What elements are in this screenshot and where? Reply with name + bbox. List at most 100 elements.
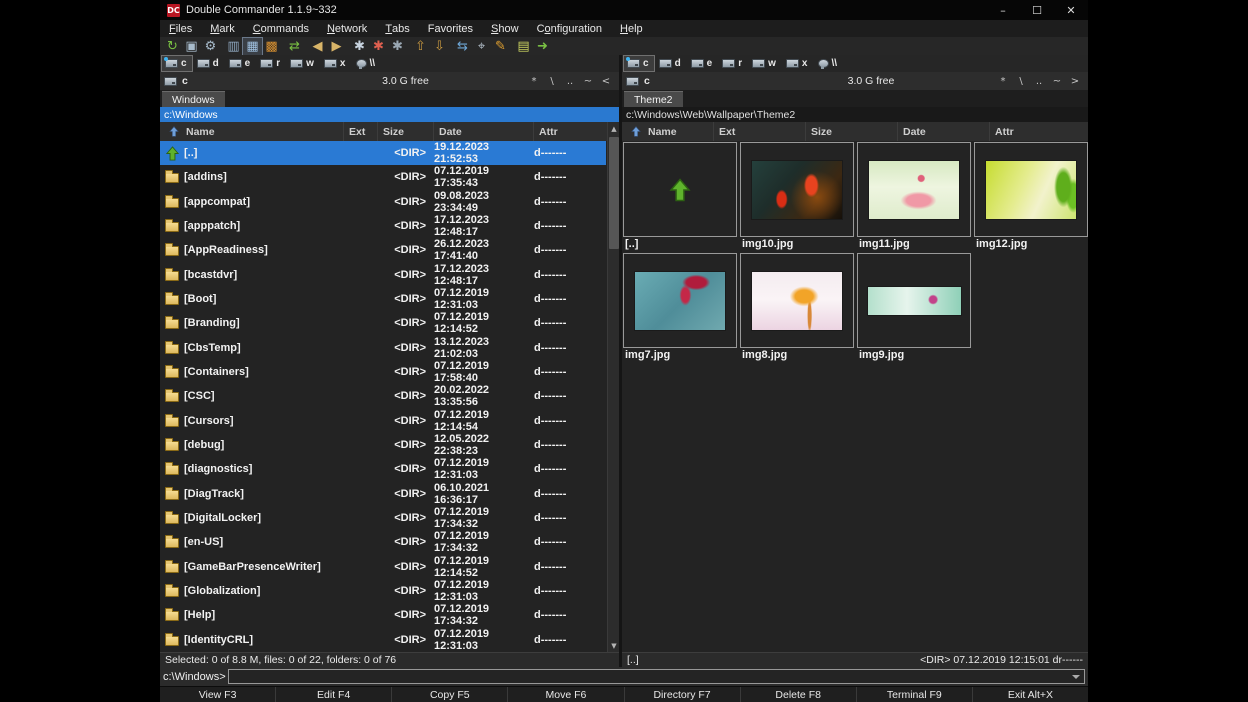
- tab-windows[interactable]: Windows: [162, 91, 225, 107]
- close-button[interactable]: ✕: [1054, 0, 1088, 20]
- column-header-size[interactable]: Size: [378, 122, 434, 141]
- file-row[interactable]: [bcastdvr]<DIR>17.12.2023 12:48:17d-----…: [160, 263, 606, 287]
- right-drive-button-network[interactable]: \\: [814, 56, 842, 71]
- swap-panels-icon[interactable]: ⇄: [285, 38, 304, 55]
- right-drive-button-d[interactable]: d: [656, 56, 686, 71]
- image-thumbnail-cell[interactable]: [740, 253, 854, 348]
- right-drive-button-r[interactable]: r: [719, 56, 747, 71]
- menu-item-files[interactable]: Files: [160, 20, 201, 37]
- file-row[interactable]: [IdentityCRL]<DIR>07.12.2019 12:31:03d--…: [160, 628, 606, 652]
- nav-button-star[interactable]: *: [996, 76, 1010, 87]
- file-row[interactable]: [AppReadiness]<DIR>26.12.2023 17:41:40d-…: [160, 238, 606, 262]
- right-drive-button-w[interactable]: w: [749, 56, 781, 71]
- fkey-button-edit-f4[interactable]: Edit F4: [276, 687, 392, 702]
- scroll-up-icon[interactable]: ▲: [608, 122, 620, 135]
- fkey-button-terminal-f9[interactable]: Terminal F9: [857, 687, 973, 702]
- test-archive-icon[interactable]: ✱: [388, 38, 407, 55]
- file-row[interactable]: [Cursors]<DIR>07.12.2019 12:14:54d------…: [160, 409, 606, 433]
- dir-history-forward-icon[interactable]: ▶: [327, 38, 346, 55]
- file-row[interactable]: [DigitalLocker]<DIR>07.12.2019 17:34:32d…: [160, 506, 606, 530]
- scroll-down-icon[interactable]: ▼: [608, 639, 620, 652]
- column-header-date[interactable]: Date: [434, 122, 534, 141]
- maximize-button[interactable]: ☐: [1020, 0, 1054, 20]
- file-row[interactable]: [apppatch]<DIR>17.12.2023 12:48:17d-----…: [160, 214, 606, 238]
- file-row[interactable]: [Boot]<DIR>07.12.2019 12:31:03d-------: [160, 287, 606, 311]
- column-header-name[interactable]: Name: [622, 122, 714, 141]
- left-drive-button-d[interactable]: d: [194, 56, 224, 71]
- run-terminal-icon[interactable]: ▣: [182, 38, 201, 55]
- left-drive-button-c[interactable]: c: [162, 56, 192, 71]
- fkey-button-exit-alt-x[interactable]: Exit Alt+X: [973, 687, 1088, 702]
- nav-button-parent[interactable]: ..: [1032, 76, 1046, 87]
- file-row[interactable]: [Help]<DIR>07.12.2019 17:34:32d-------: [160, 603, 606, 627]
- file-row[interactable]: [debug]<DIR>12.05.2022 22:38:23d-------: [160, 433, 606, 457]
- menu-item-show[interactable]: Show: [482, 20, 528, 37]
- left-path-bar[interactable]: c:\Windows: [160, 107, 619, 122]
- column-header-size[interactable]: Size: [806, 122, 898, 141]
- nav-button-parent[interactable]: ..: [563, 76, 577, 87]
- archive-add-icon[interactable]: ⇧: [411, 38, 430, 55]
- open-dir-icon[interactable]: ➜: [533, 38, 552, 55]
- nav-button-home[interactable]: ~: [1050, 76, 1064, 87]
- options-icon[interactable]: ⚙: [201, 38, 220, 55]
- image-thumbnail-cell[interactable]: [857, 253, 971, 348]
- thumb-item[interactable]: img10.jpg: [740, 142, 854, 252]
- menu-item-favorites[interactable]: Favorites: [419, 20, 482, 37]
- file-row[interactable]: [Containers]<DIR>07.12.2019 17:58:40d---…: [160, 360, 606, 384]
- file-row[interactable]: [appcompat]<DIR>09.08.2023 23:34:49d----…: [160, 190, 606, 214]
- command-history-dropdown-icon[interactable]: [1072, 675, 1080, 679]
- fkey-button-move-f6[interactable]: Move F6: [508, 687, 624, 702]
- menu-item-commands[interactable]: Commands: [244, 20, 318, 37]
- full-view-icon[interactable]: ▦: [243, 38, 262, 55]
- right-drive-button-c[interactable]: c: [624, 56, 654, 71]
- image-thumbnail-cell[interactable]: [974, 142, 1088, 237]
- menu-item-help[interactable]: Help: [611, 20, 652, 37]
- column-header-date[interactable]: Date: [898, 122, 990, 141]
- file-row[interactable]: [Globalization]<DIR>07.12.2019 12:31:03d…: [160, 579, 606, 603]
- extract-files-icon[interactable]: ✱: [369, 38, 388, 55]
- left-drive-button-w[interactable]: w: [287, 56, 319, 71]
- refresh-icon[interactable]: ↻: [163, 38, 182, 55]
- file-row[interactable]: [DiagTrack]<DIR>06.10.2021 16:36:17d----…: [160, 482, 606, 506]
- multi-rename-icon[interactable]: ✎: [491, 38, 510, 55]
- column-header-attr[interactable]: Attr: [534, 122, 607, 141]
- menu-item-mark[interactable]: Mark: [201, 20, 243, 37]
- fkey-button-copy-f5[interactable]: Copy F5: [392, 687, 508, 702]
- dir-history-back-icon[interactable]: ◀: [308, 38, 327, 55]
- thumb-item[interactable]: img8.jpg: [740, 253, 854, 363]
- file-row[interactable]: [CSC]<DIR>20.02.2022 13:35:56d-------: [160, 384, 606, 408]
- sync-dirs-icon[interactable]: ▤: [514, 38, 533, 55]
- file-row[interactable]: [CbsTemp]<DIR>13.12.2023 21:02:03d------…: [160, 336, 606, 360]
- fkey-button-delete-f8[interactable]: Delete F8: [741, 687, 857, 702]
- fkey-button-directory-f7[interactable]: Directory F7: [625, 687, 741, 702]
- left-drive-button-network[interactable]: \\: [352, 56, 380, 71]
- file-row[interactable]: [Branding]<DIR>07.12.2019 12:14:52d-----…: [160, 311, 606, 335]
- command-input[interactable]: [228, 669, 1085, 684]
- nav-button-root[interactable]: \: [1014, 76, 1028, 87]
- search-icon[interactable]: ⌖: [472, 38, 491, 55]
- archive-extract-icon[interactable]: ⇩: [430, 38, 449, 55]
- thumb-item[interactable]: img9.jpg: [857, 253, 971, 363]
- menu-item-configuration[interactable]: Configuration: [528, 20, 611, 37]
- file-row[interactable]: [diagnostics]<DIR>07.12.2019 12:31:03d--…: [160, 457, 606, 481]
- nav-button-splitter-arrow[interactable]: >: [1068, 76, 1082, 87]
- left-drive-button-x[interactable]: x: [321, 56, 351, 71]
- nav-button-splitter-arrow[interactable]: <: [599, 76, 613, 87]
- tab-theme2[interactable]: Theme2: [624, 91, 683, 107]
- thumbnails-view-icon[interactable]: ▩: [262, 38, 281, 55]
- updir-cell[interactable]: [623, 142, 737, 237]
- file-row[interactable]: [en-US]<DIR>07.12.2019 17:34:32d-------: [160, 530, 606, 554]
- file-row[interactable]: [..]<DIR>19.12.2023 21:52:53d-------: [160, 141, 606, 165]
- fkey-button-view-f3[interactable]: View F3: [160, 687, 276, 702]
- image-thumbnail-cell[interactable]: [623, 253, 737, 348]
- thumb-item[interactable]: img11.jpg: [857, 142, 971, 252]
- right-drive-button-x[interactable]: x: [783, 56, 813, 71]
- nav-button-root[interactable]: \: [545, 76, 559, 87]
- column-header-attr[interactable]: Attr: [990, 122, 1088, 141]
- menu-item-tabs[interactable]: Tabs: [376, 20, 418, 37]
- nav-button-star[interactable]: *: [527, 76, 541, 87]
- file-row[interactable]: [addins]<DIR>07.12.2019 17:35:43d-------: [160, 165, 606, 189]
- thumb-item[interactable]: img12.jpg: [974, 142, 1088, 252]
- minimize-button[interactable]: –: [986, 0, 1020, 20]
- column-header-name[interactable]: Name: [160, 122, 344, 141]
